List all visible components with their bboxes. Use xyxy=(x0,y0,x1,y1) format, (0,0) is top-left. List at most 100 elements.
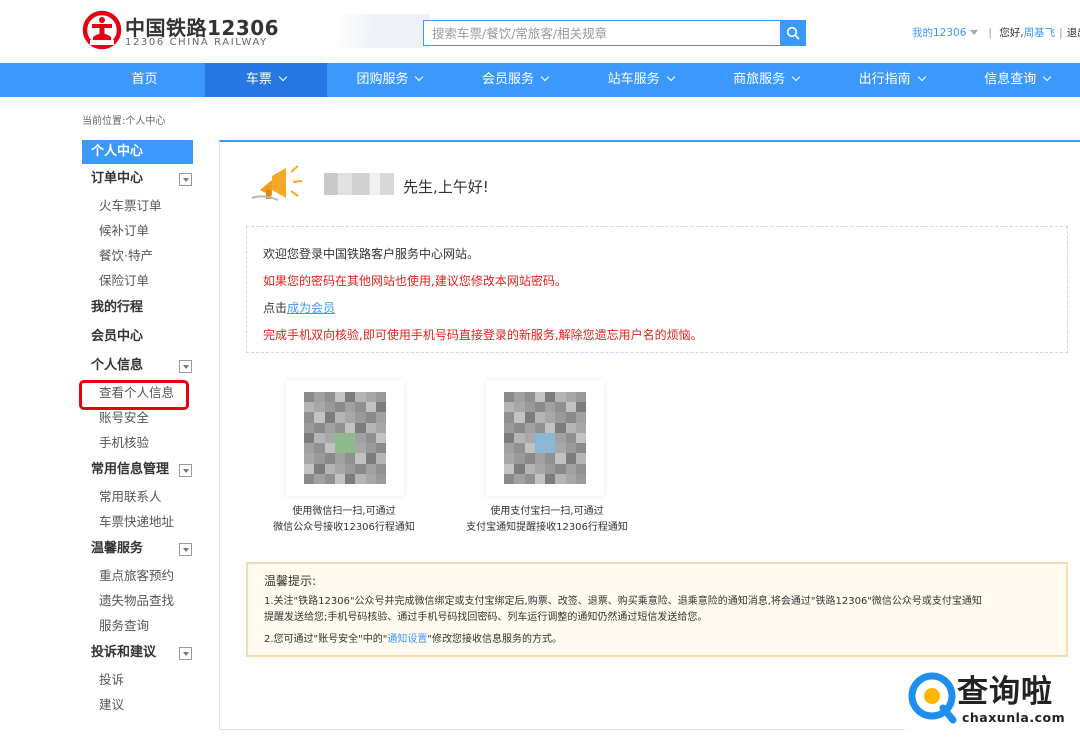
collapse-toggle-icon[interactable] xyxy=(179,173,192,186)
notice-phone-verify: 完成手机双向核验,即可使用手机号码直接登录的新服务,解除您遗忘用户名的烦恼。 xyxy=(263,328,703,342)
notice-password-warning: 如果您的密码在其他网站也使用,建议您修改本网站密码。 xyxy=(263,274,567,288)
sidebar-item-suggestion[interactable]: 建议 xyxy=(82,692,193,717)
nav-group-buy[interactable]: 团购服务 xyxy=(327,63,453,97)
search-button[interactable] xyxy=(780,20,806,46)
sidebar-group-label: 常用信息管理 xyxy=(91,462,170,477)
qr-pixel xyxy=(565,453,576,464)
qr-pixel xyxy=(575,453,586,464)
sidebar-head[interactable]: 个人中心 xyxy=(82,140,193,164)
wechat-qr-card xyxy=(286,380,404,496)
greeting-text: 先生,上午好! xyxy=(403,178,489,196)
sidebar-item-contacts[interactable]: 常用联系人 xyxy=(82,484,193,509)
sidebar-item-account-security[interactable]: 账号安全 xyxy=(82,405,193,430)
qr-pixel xyxy=(545,432,556,444)
qr-pixel xyxy=(375,412,386,423)
sidebar-group-warm-service[interactable]: 温馨服务 xyxy=(82,534,193,563)
qr-pixel xyxy=(375,402,386,413)
become-member-link[interactable]: 成为会员 xyxy=(287,301,335,315)
sidebar-group-my-trips[interactable]: 我的行程 xyxy=(82,293,193,322)
qr-pixel xyxy=(504,402,515,413)
nav-member[interactable]: 会员服务 xyxy=(452,63,578,97)
sidebar-item-complaint[interactable]: 投诉 xyxy=(82,667,193,692)
sidebar-item-catering[interactable]: 餐饮·特产 xyxy=(82,243,193,268)
qr-pixel xyxy=(355,402,366,413)
sidebar-item-waitlist-orders[interactable]: 候补订单 xyxy=(82,218,193,243)
qr-pixel xyxy=(534,463,545,474)
sidebar-group-common-info[interactable]: 常用信息管理 xyxy=(82,455,193,484)
qr-pixel xyxy=(555,453,566,464)
nav-station[interactable]: 站车服务 xyxy=(578,63,704,97)
qr-pixel xyxy=(555,432,566,444)
qr-pixel xyxy=(314,412,325,423)
nav-label: 团购服务 xyxy=(356,72,409,87)
sidebar-item-lost-items[interactable]: 遗失物品查找 xyxy=(82,588,193,613)
chevron-down-icon xyxy=(1042,72,1052,82)
notice-click-text: 点击 xyxy=(263,301,288,315)
qr-pixel xyxy=(314,402,325,413)
qr-pixel xyxy=(355,422,366,433)
wechat-qr-caption: 使用微信扫一扫,可通过 微信公众号接收12306行程通知 xyxy=(263,504,425,536)
qr-pixel xyxy=(365,453,376,464)
notification-settings-link[interactable]: 通知设置 xyxy=(387,634,427,645)
alipay-qr-code xyxy=(504,392,586,484)
qr-pixel xyxy=(324,412,335,423)
qr-pixel xyxy=(514,443,525,454)
sidebar-item-key-passenger[interactable]: 重点旅客预约 xyxy=(82,563,193,588)
qr-pixel xyxy=(355,463,366,474)
qr-pixel xyxy=(555,443,566,454)
nav-home[interactable]: 首页 xyxy=(106,63,183,97)
watermark-url: chaxunla.com xyxy=(962,710,1066,725)
sidebar-item-train-orders[interactable]: 火车票订单 xyxy=(82,193,193,218)
qr-pixel xyxy=(365,392,376,403)
qr-pixel xyxy=(555,422,566,433)
logout-link[interactable]: 退出 xyxy=(1067,27,1080,39)
nav-label: 商旅服务 xyxy=(733,72,786,87)
collapse-toggle-icon[interactable] xyxy=(179,543,192,556)
username-link[interactable]: 周基飞 xyxy=(1024,27,1056,39)
collapse-toggle-icon[interactable] xyxy=(179,464,192,477)
sidebar-item-phone-verify[interactable]: 手机核验 xyxy=(82,430,193,455)
sidebar-group-complaints[interactable]: 投诉和建议 xyxy=(82,638,193,667)
qr-pixel xyxy=(565,443,576,454)
qr-pixel xyxy=(504,432,515,444)
chevron-down-icon[interactable] xyxy=(970,30,979,35)
collapse-toggle-icon[interactable] xyxy=(179,647,192,660)
qr-caption-line: 使用微信扫一扫,可通过 xyxy=(292,506,396,517)
tips-line: 1.关注"铁路12306"公众号并完成微信绑定或支付宝绑定后,购票、改签、退票、… xyxy=(264,596,982,607)
qr-pixel xyxy=(345,402,356,413)
sidebar-item-delivery-address[interactable]: 车票快递地址 xyxy=(82,509,193,534)
sidebar-group-label: 会员中心 xyxy=(91,329,144,344)
search-input[interactable] xyxy=(423,20,781,46)
sidebar-group-orders[interactable]: 订单中心 xyxy=(82,164,193,193)
qr-pixel xyxy=(565,473,576,484)
qr-pixel xyxy=(514,412,525,423)
qr-caption-line: 支付宝通知提醒接收12306行程通知 xyxy=(466,522,628,533)
qr-pixel xyxy=(545,463,556,474)
qr-pixel xyxy=(365,432,376,444)
sidebar-item-view-personal-info[interactable]: 查看个人信息 xyxy=(82,380,193,405)
my12306-link[interactable]: 我的12306 xyxy=(912,27,966,39)
qr-pixel xyxy=(524,453,535,464)
nav-info-query[interactable]: 信息查询 xyxy=(954,63,1080,97)
sidebar-item-service-query[interactable]: 服务查询 xyxy=(82,613,193,638)
nav-tickets[interactable]: 车票 xyxy=(205,63,327,97)
nav-travel-guide[interactable]: 出行指南 xyxy=(829,63,955,97)
header: 中国铁路12306 12306 CHINA RAILWAY 我的12306| 您… xyxy=(0,0,1080,63)
qr-pixel xyxy=(334,432,345,444)
qr-pixel xyxy=(545,453,556,464)
nav-business[interactable]: 商旅服务 xyxy=(703,63,829,97)
collapse-toggle-icon[interactable] xyxy=(179,360,192,373)
notice-line: 欢迎您登录中国铁路客户服务中心网站。 xyxy=(263,247,480,261)
china-railway-logo-icon[interactable] xyxy=(82,10,122,50)
sidebar-item-insurance-orders[interactable]: 保险订单 xyxy=(82,268,193,293)
qr-pixel xyxy=(334,422,345,433)
sidebar-group-member-center[interactable]: 会员中心 xyxy=(82,322,193,351)
qr-pixel xyxy=(355,453,366,464)
sidebar-group-personal-info[interactable]: 个人信息 xyxy=(82,351,193,380)
qr-pixel xyxy=(534,432,545,444)
tips-line: 提醒发送给您;手机号码核验、通过手机号码找回密码、列车运行调整的通知仍然通过短信… xyxy=(264,612,708,623)
nav-label: 出行指南 xyxy=(858,72,911,87)
breadcrumb: 当前位置:个人中心 xyxy=(82,116,166,127)
qr-pixel xyxy=(555,473,566,484)
warm-tips: 温馨提示: 1.关注"铁路12306"公众号并完成微信绑定或支付宝绑定后,购票、… xyxy=(246,562,1068,657)
